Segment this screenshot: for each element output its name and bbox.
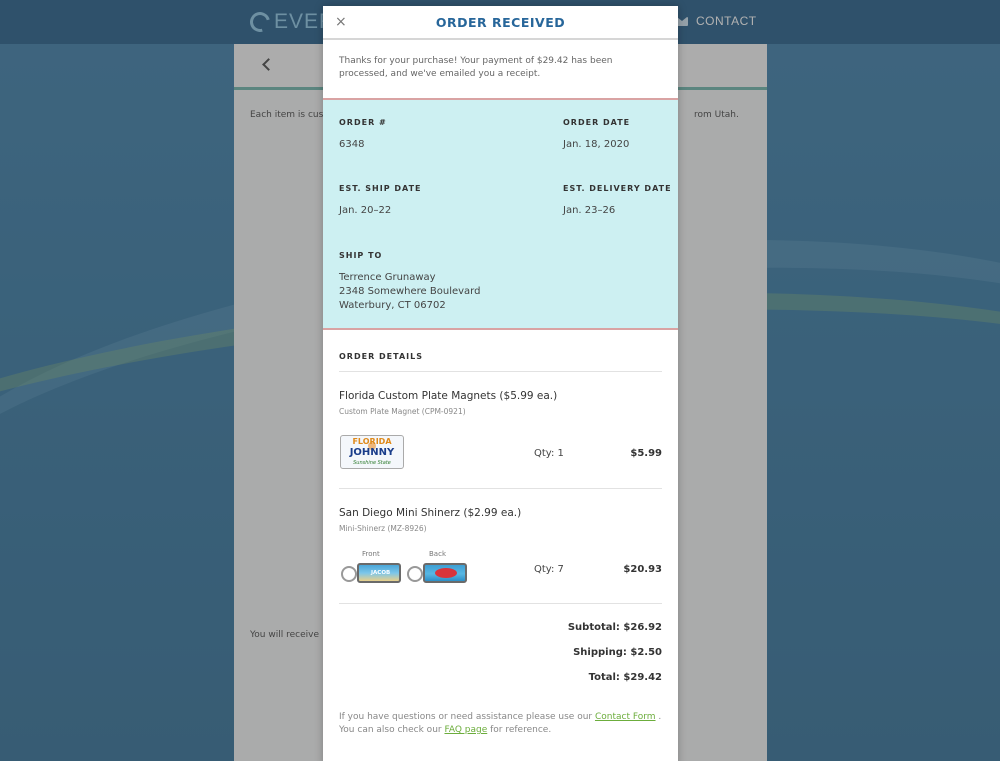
ship-date-label: EST. SHIP DATE	[339, 184, 422, 193]
shipping-cost: Shipping: $2.50	[573, 647, 662, 658]
shiner-name-text: JACOB	[371, 570, 391, 576]
close-button[interactable]: ×	[335, 14, 347, 30]
plate-state-text: FLORIDA	[352, 437, 392, 446]
item-name: San Diego Mini Shinerz ($2.99 ea.)	[339, 507, 522, 519]
ship-to-street: 2348 Somewhere Boulevard	[339, 286, 481, 297]
delivery-date-label: EST. DELIVERY DATE	[563, 184, 672, 193]
order-details: ORDER DETAILS Florida Custom Plate Magne…	[323, 330, 678, 737]
flamingo-graphic	[435, 568, 457, 578]
order-totals: Subtotal: $26.92 Shipping: $2.50 Total: …	[339, 604, 662, 693]
order-date-value: Jan. 18, 2020	[563, 139, 630, 150]
order-total: Total: $29.42	[588, 672, 662, 683]
subtotal: Subtotal: $26.92	[567, 622, 662, 633]
item-quantity: Qty: 7	[534, 564, 564, 575]
help-text-part: for reference.	[487, 725, 552, 735]
help-text-part: If you have questions or need assistance…	[339, 712, 595, 722]
ship-to-label: SHIP TO	[339, 251, 383, 260]
modal-header: × ORDER RECEIVED	[323, 6, 678, 40]
faq-page-link[interactable]: FAQ page	[444, 725, 487, 735]
plate-name-text: JOHNNY	[349, 447, 395, 458]
order-info-box: ORDER # 6348 ORDER DATE Jan. 18, 2020 ES…	[323, 98, 678, 330]
order-received-modal: × ORDER RECEIVED Thanks for your purchas…	[323, 6, 678, 761]
ship-to-city: Waterbury, CT 06702	[339, 300, 446, 311]
order-number-value: 6348	[339, 139, 365, 150]
item-price: $5.99	[630, 448, 662, 459]
modal-title: ORDER RECEIVED	[435, 14, 566, 30]
order-item: San Diego Mini Shinerz ($2.99 ea.) Mini-…	[339, 489, 662, 604]
plate-slogan-text: Sunshine State	[353, 460, 391, 466]
ship-date-value: Jan. 20–22	[339, 205, 392, 216]
help-text: If you have questions or need assistance…	[339, 693, 662, 737]
back-label: Back	[429, 550, 446, 558]
order-details-title: ORDER DETAILS	[339, 330, 662, 372]
ship-to-name: Terrence Grunaway	[339, 272, 436, 283]
delivery-date-value: Jan. 23–26	[563, 205, 616, 216]
order-date-label: ORDER DATE	[563, 118, 631, 127]
item-sku: Mini-Shinerz (MZ-8926)	[339, 524, 427, 533]
item-quantity: Qty: 1	[534, 448, 564, 459]
order-item: Florida Custom Plate Magnets ($5.99 ea.)…	[339, 372, 662, 489]
keyring-icon	[341, 566, 357, 582]
item-price: $20.93	[623, 564, 662, 575]
shiner-back-image	[423, 563, 467, 583]
payment-confirmation-text: Thanks for your purchase! Your payment o…	[339, 56, 613, 79]
order-number-label: ORDER #	[339, 118, 387, 127]
contact-form-link[interactable]: Contact Form	[595, 712, 656, 722]
item-name: Florida Custom Plate Magnets ($5.99 ea.)	[339, 390, 558, 402]
florida-plate-magnet-image: FLORIDA JOHNNY Sunshine State	[340, 435, 404, 469]
front-label: Front	[362, 550, 380, 558]
shiner-front-image: JACOB	[357, 563, 401, 583]
keyring-icon	[407, 566, 423, 582]
item-sku: Custom Plate Magnet (CPM-0921)	[339, 407, 466, 416]
